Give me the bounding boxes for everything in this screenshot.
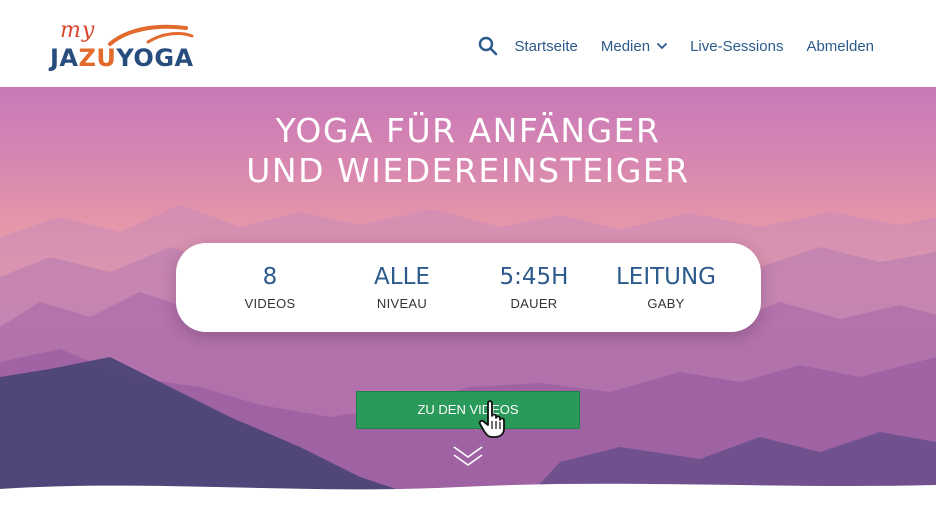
hero-title-line2: UND WIEDEREINSTEIGER [246, 151, 690, 190]
site-logo[interactable]: my JAZUYOGA [50, 18, 202, 74]
stat-label: DAUER [510, 296, 558, 311]
chevron-down-icon [657, 43, 667, 50]
main-nav: Startseite Medien Live-Sessions Abmelden [478, 36, 874, 56]
hero-banner: YOGA FÜR ANFÄNGER UND WIEDEREINSTEIGER 8… [0, 87, 936, 527]
stat-videos: 8 VIDEOS [200, 263, 340, 311]
stat-niveau: ALLE NIVEAU [332, 263, 472, 311]
nav-item-label: Startseite [514, 37, 578, 55]
stat-label: GABY [647, 296, 685, 311]
stat-value: LEITUNG [615, 264, 717, 290]
stat-label: VIDEOS [244, 296, 296, 311]
stat-label: NIVEAU [376, 296, 428, 311]
logo-my-text: my [60, 18, 96, 43]
to-videos-button[interactable]: ZU DEN VIDEOS [356, 391, 580, 429]
logo-yoga: YOGA [116, 44, 194, 72]
course-stats-card: 8 VIDEOS ALLE NIVEAU 5:45H DAUER LEITUNG… [176, 243, 761, 332]
hero-title: YOGA FÜR ANFÄNGER UND WIEDEREINSTEIGER [0, 111, 936, 191]
search-icon[interactable] [478, 36, 498, 56]
nav-item-abmelden[interactable]: Abmelden [806, 38, 874, 55]
nav-item-medien[interactable]: Medien [601, 38, 667, 55]
scroll-down-chevron-icon[interactable] [452, 444, 484, 468]
nav-item-startseite[interactable]: Startseite [514, 38, 577, 55]
site-header: my JAZUYOGA Startseite Medien Live-Sessi… [0, 0, 936, 87]
hero-title-line1: YOGA FÜR ANFÄNGER [275, 111, 661, 150]
nav-item-label: Live-Sessions [690, 37, 784, 55]
nav-item-label: Medien [600, 37, 651, 55]
logo-wordmark: JAZUYOGA [50, 44, 194, 72]
stat-value: 8 [262, 264, 278, 290]
stat-dauer: 5:45H DAUER [464, 263, 604, 311]
logo-zu: ZU [78, 44, 117, 72]
stat-value: 5:45H [499, 264, 569, 290]
nav-item-label: Abmelden [806, 37, 874, 55]
stat-leitung: LEITUNG GABY [596, 263, 736, 311]
stat-value: ALLE [374, 264, 430, 290]
logo-ja: JA [50, 44, 79, 72]
nav-item-live-sessions[interactable]: Live-Sessions [690, 38, 783, 55]
